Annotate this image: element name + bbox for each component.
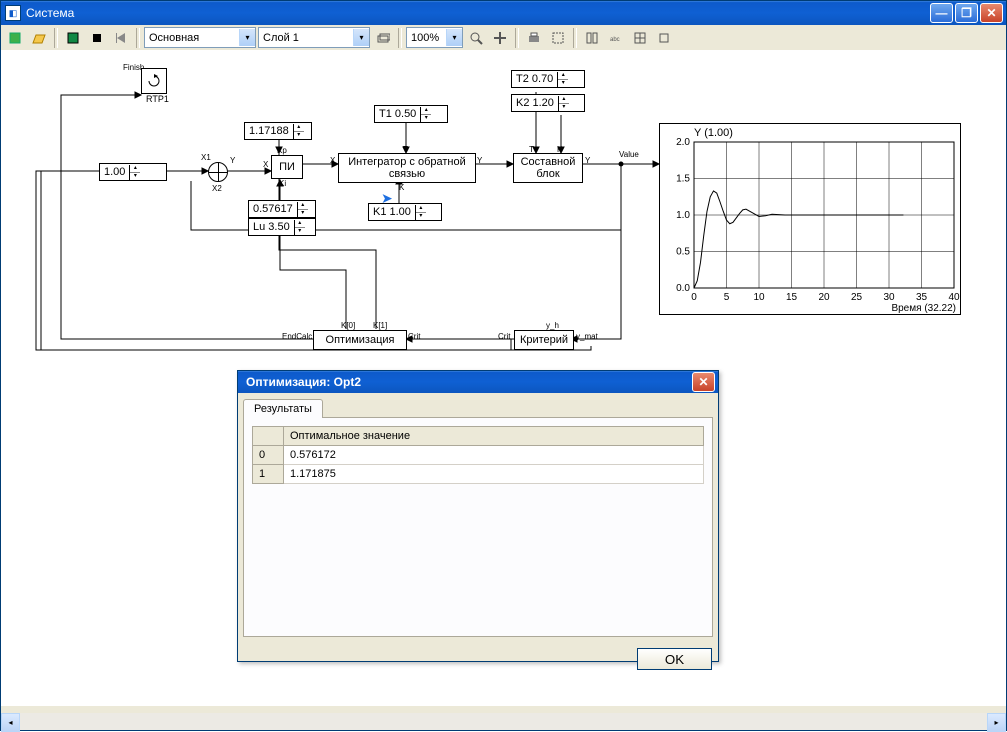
svg-text:15: 15: [786, 292, 798, 303]
svg-text:25: 25: [851, 292, 863, 303]
svg-text:1.5: 1.5: [676, 174, 690, 185]
ki-input[interactable]: 0.57617▴▾: [248, 200, 316, 218]
results-header: Оптимальное значение: [284, 427, 704, 446]
port-label-value: Value: [619, 150, 639, 159]
ok-button[interactable]: OK: [637, 648, 712, 670]
port-label-y: Y: [585, 156, 590, 165]
table-row: 00.576172: [253, 446, 704, 465]
svg-text:0: 0: [691, 292, 697, 303]
rtp-label: RTP1: [146, 94, 169, 104]
t1-input[interactable]: T1 0.50▴▾: [374, 105, 448, 123]
port-label-yh: y_h: [546, 321, 559, 330]
cursor-icon: ➤: [381, 190, 393, 207]
port-label-x2: X2: [212, 184, 222, 193]
app-window: ◧ Система — ❐ ✕ Основная▾ Слой 1▾ 100%▾ …: [0, 0, 1007, 731]
svg-text:Y (1.00): Y (1.00): [694, 127, 733, 139]
port-label-ki: Ki: [279, 179, 286, 188]
svg-text:10: 10: [753, 292, 765, 303]
svg-text:0.5: 0.5: [676, 247, 690, 258]
app-icon: ◧: [5, 5, 21, 21]
table-row: 11.171875: [253, 465, 704, 484]
new-button[interactable]: [4, 27, 26, 49]
port-label-t: T: [403, 145, 408, 154]
rtp-block[interactable]: [141, 68, 167, 94]
page-combo[interactable]: Основная▾: [144, 27, 256, 48]
results-table: Оптимальное значение 00.576172 11.171875: [252, 426, 704, 484]
misc-button-1[interactable]: abc: [605, 27, 627, 49]
dialog-close-button[interactable]: ✕: [692, 372, 715, 392]
svg-text:40: 40: [948, 292, 960, 303]
tab-results[interactable]: Результаты: [243, 399, 323, 418]
stop-button[interactable]: [86, 27, 108, 49]
optimization-block[interactable]: Оптимизация: [313, 330, 407, 350]
loop-icon: [146, 73, 162, 89]
port-label-y: Y: [230, 156, 235, 165]
integrator-block[interactable]: Интегратор с обратной связью: [338, 153, 476, 183]
chevron-down-icon: ▾: [239, 29, 255, 46]
toolbar: Основная▾ Слой 1▾ 100%▾ abc: [1, 25, 1006, 51]
svg-text:2.0: 2.0: [676, 137, 690, 148]
select-all-button[interactable]: [547, 27, 569, 49]
svg-text:30: 30: [883, 292, 895, 303]
lu-input[interactable]: Lu 3.50▴▾: [248, 218, 316, 236]
port-label-k1: K[1]: [373, 321, 387, 330]
dialog-title: Оптимизация: Opt2: [242, 375, 692, 389]
horizontal-scrollbar[interactable]: ◂ ▸: [1, 713, 1006, 730]
const-input[interactable]: 1.00▴▾: [99, 163, 167, 181]
svg-text:35: 35: [916, 292, 928, 303]
svg-text:abc: abc: [610, 37, 620, 43]
print-button[interactable]: [523, 27, 545, 49]
svg-text:0.0: 0.0: [676, 283, 690, 294]
open-button[interactable]: [28, 27, 50, 49]
align-button[interactable]: [581, 27, 603, 49]
k2-input[interactable]: K2 1.20▴▾: [511, 94, 585, 112]
port-label-t: T: [529, 145, 534, 154]
layers-button[interactable]: [372, 27, 394, 49]
grid-button[interactable]: [629, 27, 651, 49]
output-chart[interactable]: 0 5 10 15 20 25 30 35 40 0.0 0.5 1.0 1.5 2.0 Y (1.00) В…: [659, 123, 961, 315]
port-label-y: Y: [477, 156, 482, 165]
zoom-combo[interactable]: 100%▾: [406, 27, 463, 48]
window-title: Система: [26, 6, 930, 20]
scroll-left-button[interactable]: ◂: [1, 713, 20, 732]
svg-text:20: 20: [818, 292, 830, 303]
port-label-k: K: [557, 145, 562, 154]
run-button[interactable]: [62, 27, 84, 49]
kp-input[interactable]: 1.17188▴▾: [244, 122, 312, 140]
chart-svg: 0 5 10 15 20 25 30 35 40 0.0 0.5 1.0 1.5 2.0 Y (1.00) В…: [660, 124, 960, 314]
misc-button-2[interactable]: [653, 27, 675, 49]
port-label-x1: X1: [201, 153, 211, 162]
svg-text:1.0: 1.0: [676, 210, 690, 221]
port-label-crit: Crit: [408, 332, 420, 341]
svg-text:5: 5: [724, 292, 730, 303]
chevron-down-icon: ▾: [353, 29, 369, 46]
layer-combo[interactable]: Слой 1▾: [258, 27, 370, 48]
rewind-button[interactable]: [110, 27, 132, 49]
k1-input[interactable]: K1 1.00▴▾: [368, 203, 442, 221]
port-label-kp: Kp: [277, 146, 287, 155]
port-label-x: X: [263, 160, 268, 169]
maximize-button[interactable]: ❐: [955, 3, 978, 23]
composite-block[interactable]: Составной блок: [513, 153, 583, 183]
window-titlebar: ◧ Система — ❐ ✕: [1, 1, 1006, 25]
pi-block[interactable]: ПИ: [271, 155, 303, 179]
criterion-block[interactable]: Критерий: [514, 330, 574, 350]
port-label-ymat: y_mat: [576, 332, 598, 341]
minimize-button[interactable]: —: [930, 3, 953, 23]
port-label-endcalc: EndCalc: [282, 332, 312, 341]
close-button[interactable]: ✕: [980, 3, 1003, 23]
pan-button[interactable]: [489, 27, 511, 49]
t2-input[interactable]: T2 0.70▴▾: [511, 70, 585, 88]
port-label-x: X: [330, 156, 335, 165]
scroll-right-button[interactable]: ▸: [987, 713, 1006, 732]
zoom-button[interactable]: [465, 27, 487, 49]
port-label-k: K: [399, 183, 404, 192]
port-label-k0: K[0]: [341, 321, 355, 330]
optimization-dialog: Оптимизация: Opt2 ✕ Результаты Оптимальн…: [237, 370, 719, 662]
summator[interactable]: [208, 162, 228, 182]
chevron-down-icon: ▾: [446, 29, 462, 46]
port-label-crit: Crit: [498, 332, 510, 341]
svg-text:Время (32.22): Время (32.22): [891, 303, 956, 314]
diagram-canvas[interactable]: Finish RTP1 1.00▴▾ X1 X2 Y 1.17188▴▾ ПИ …: [1, 50, 1006, 706]
